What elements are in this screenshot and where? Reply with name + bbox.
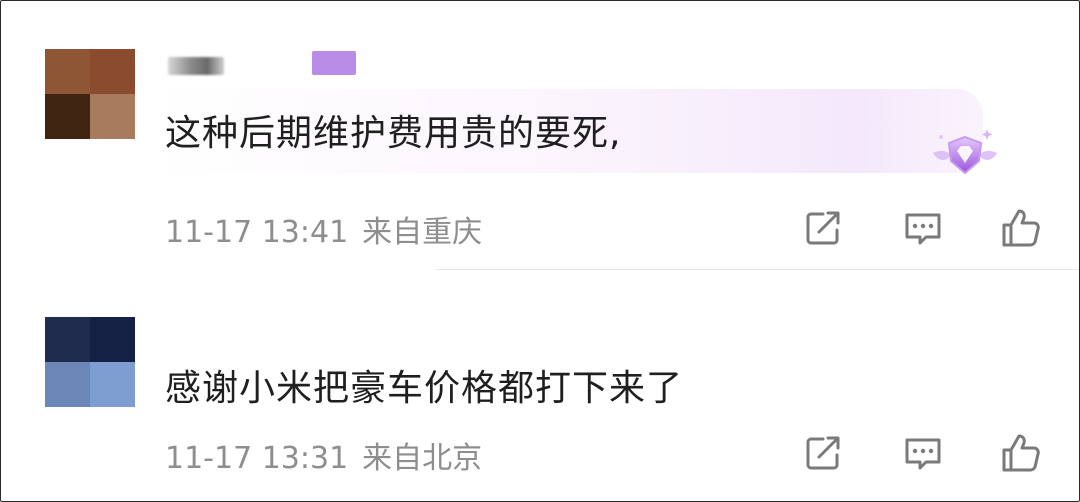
like-button[interactable] bbox=[999, 206, 1043, 250]
share-button[interactable] bbox=[801, 206, 845, 250]
avatar-pixel bbox=[90, 362, 135, 407]
like-icon bbox=[1002, 209, 1040, 247]
reply-icon bbox=[905, 438, 941, 470]
like-icon bbox=[1002, 434, 1040, 472]
user-level-badge bbox=[312, 51, 356, 75]
comment-item: 感谢小米把豪车价格都打下来了 11-17 13:31 来自北京 bbox=[1, 271, 1079, 501]
username-blur bbox=[168, 57, 224, 75]
comment-time: 11-17 13:41 bbox=[165, 215, 349, 250]
comment-text: 感谢小米把豪车价格都打下来了 bbox=[165, 368, 684, 409]
reply-button[interactable] bbox=[901, 431, 945, 475]
reply-button[interactable] bbox=[901, 206, 945, 250]
comment-list: 这种后期维护费用贵的要死, 11-17 13:41 来自重庆 感谢小米把豪车价格… bbox=[0, 0, 1080, 502]
username-redacted[interactable] bbox=[166, 51, 366, 77]
share-icon bbox=[806, 211, 840, 245]
avatar-pixel bbox=[45, 94, 90, 139]
avatar-pixel bbox=[90, 49, 135, 94]
comment-item: 这种后期维护费用贵的要死, 11-17 13:41 来自重庆 bbox=[1, 1, 1079, 271]
comment-actions bbox=[799, 206, 1049, 250]
avatar-pixel bbox=[90, 94, 135, 139]
avatar-pixel bbox=[45, 317, 90, 362]
share-icon bbox=[806, 436, 840, 470]
comment-text: 这种后期维护费用贵的要死, bbox=[165, 113, 622, 154]
avatar-pixel bbox=[90, 317, 135, 362]
comment-location: 来自重庆 bbox=[362, 215, 483, 250]
share-button[interactable] bbox=[801, 431, 845, 475]
diamond-vip-icon bbox=[927, 123, 1003, 181]
avatar[interactable] bbox=[45, 49, 135, 139]
avatar-pixel bbox=[45, 362, 90, 407]
comment-meta: 11-17 13:31 来自北京 bbox=[165, 433, 482, 477]
comment-time: 11-17 13:31 bbox=[165, 441, 349, 476]
avatar-pixel bbox=[45, 49, 90, 94]
comment-meta: 11-17 13:41 来自重庆 bbox=[165, 207, 482, 251]
reply-icon bbox=[905, 213, 941, 245]
comment-divider bbox=[436, 269, 1079, 270]
like-button[interactable] bbox=[999, 431, 1043, 475]
avatar[interactable] bbox=[45, 317, 135, 407]
comment-actions bbox=[799, 431, 1049, 475]
comment-location: 来自北京 bbox=[362, 441, 483, 476]
